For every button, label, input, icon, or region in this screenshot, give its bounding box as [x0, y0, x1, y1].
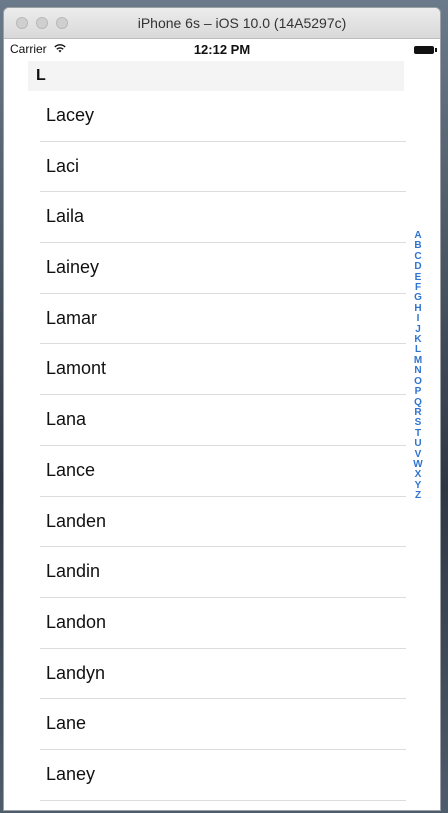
row-label: Landin: [46, 561, 101, 582]
table-row[interactable]: Landen: [40, 497, 406, 548]
section-index[interactable]: A B C D E F G H I J K L M N O P Q R S T …: [410, 230, 426, 502]
simulator-window: iPhone 6s – iOS 10.0 (14A5297c) Carrier …: [4, 8, 440, 810]
table-row[interactable]: Landin: [40, 547, 406, 598]
row-label: Landon: [46, 611, 107, 632]
ios-status-bar: Carrier 12:12 PM: [4, 39, 440, 61]
row-label: Lane: [46, 713, 87, 734]
window-title: iPhone 6s – iOS 10.0 (14A5297c): [137, 15, 347, 31]
section-header: L: [28, 61, 404, 91]
section-letter: L: [36, 67, 46, 84]
row-label: Laila: [46, 206, 85, 227]
row-label: Laci: [46, 155, 80, 176]
row-label: Lamar: [46, 307, 98, 328]
row-label: Lana: [46, 409, 87, 430]
table-row[interactable]: Lainey: [40, 243, 406, 294]
table-row[interactable]: Laci: [40, 142, 406, 193]
row-label: Laney: [46, 763, 96, 784]
table-row[interactable]: Lamont: [40, 344, 406, 396]
table-row[interactable]: Lacey: [40, 91, 406, 142]
table-row[interactable]: Lance: [40, 446, 406, 497]
table-row[interactable]: Lane: [40, 699, 406, 750]
table-row[interactable]: Lamar: [40, 294, 406, 345]
index-letter[interactable]: U: [410, 438, 426, 449]
row-label: Lacey: [46, 105, 95, 125]
name-list: Lacey Laci Laila Lainey Lamar Lamont Lan…: [40, 91, 406, 801]
status-time: 12:12 PM: [193, 42, 251, 57]
row-label: Lance: [46, 459, 96, 480]
table-row[interactable]: Laila: [40, 192, 406, 244]
battery-icon: [414, 46, 437, 54]
table-row[interactable]: Landyn: [40, 649, 406, 700]
row-label: Landen: [46, 510, 107, 531]
row-label: Lamont: [46, 358, 107, 379]
table-row[interactable]: Laney: [40, 750, 406, 801]
window-titlebar: iPhone 6s – iOS 10.0 (14A5297c): [4, 8, 440, 39]
row-label: Lainey: [46, 257, 100, 278]
table-row[interactable]: Lana: [40, 395, 406, 446]
index-letter[interactable]: P: [410, 386, 426, 397]
contacts-table[interactable]: L Lacey Laci Laila Lainey Lamar Lamont L…: [4, 61, 440, 810]
row-label: Landyn: [46, 662, 106, 683]
index-letter[interactable]: Z: [410, 490, 426, 501]
table-row[interactable]: Landon: [40, 598, 406, 649]
